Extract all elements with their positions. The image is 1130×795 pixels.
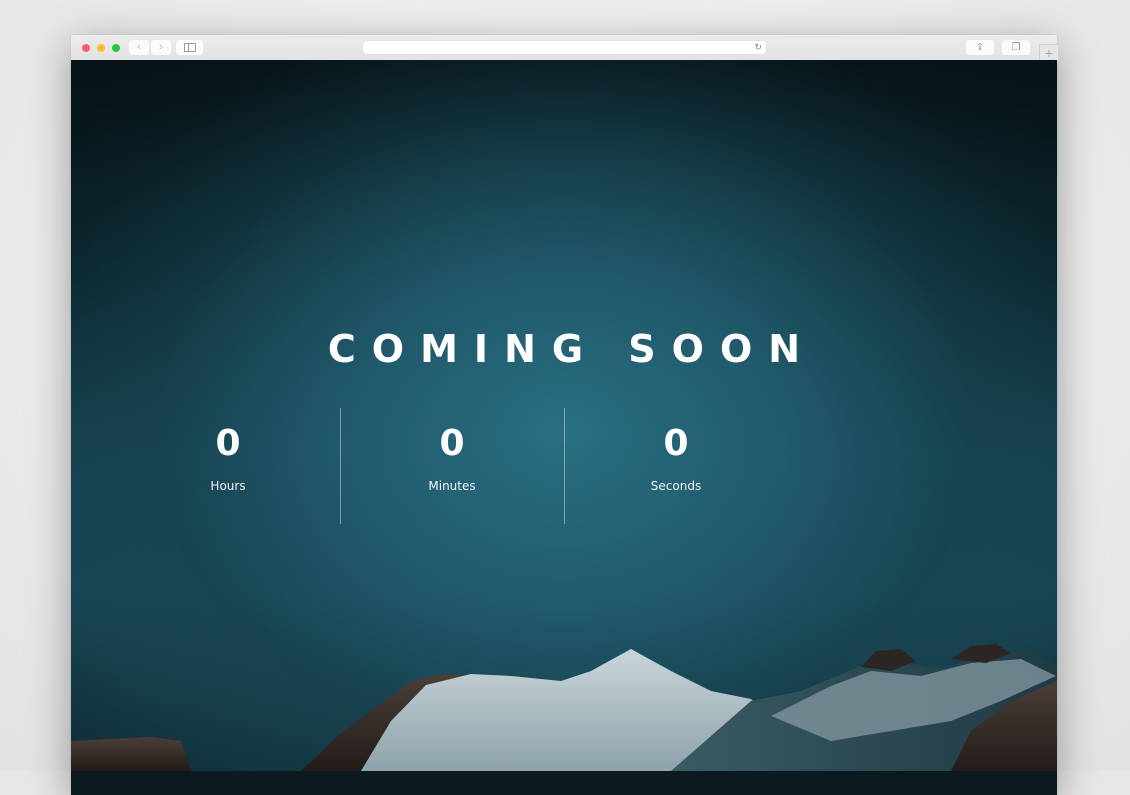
seconds-label: Seconds [650, 479, 702, 493]
minutes-value: 0 [439, 423, 465, 464]
countdown-seconds: 0 Seconds [564, 408, 788, 524]
browser-window: ‹ › ↻ ⇪ ❐ + COMING SOON 0 Hours 0 Minute… [71, 35, 1058, 795]
back-button[interactable]: ‹ [129, 40, 149, 55]
hours-label: Hours [210, 479, 246, 493]
mountain-range-image [71, 644, 1057, 771]
share-button[interactable]: ⇪ [966, 40, 994, 55]
page-viewport: COMING SOON 0 Hours 0 Minutes 0 Seconds [71, 60, 1057, 771]
forward-button[interactable]: › [151, 40, 171, 55]
tabs-overview-icon: ❐ [1011, 41, 1021, 53]
page-title: COMING SOON [327, 327, 817, 371]
share-icon: ⇪ [975, 41, 985, 53]
new-tab-button[interactable]: + [1039, 44, 1058, 61]
left-rock-outcrop [71, 737, 191, 771]
zoom-window-button[interactable] [112, 44, 120, 52]
sidebar-toggle-button[interactable] [176, 40, 203, 55]
minutes-label: Minutes [428, 479, 476, 493]
reload-icon[interactable]: ↻ [754, 41, 762, 54]
countdown-hours: 0 Hours [116, 408, 340, 524]
browser-titlebar: ‹ › ↻ ⇪ ❐ + [71, 35, 1058, 61]
tabs-overview-button[interactable]: ❐ [1002, 40, 1030, 55]
plus-icon: + [1044, 45, 1054, 61]
minimize-window-button[interactable] [97, 44, 105, 52]
hours-value: 0 [215, 423, 241, 464]
close-window-button[interactable] [82, 44, 90, 52]
address-bar[interactable]: ↻ [363, 41, 766, 54]
chevron-left-icon: ‹ [137, 41, 141, 53]
sidebar-icon [183, 43, 196, 52]
countdown-minutes: 0 Minutes [340, 408, 564, 524]
seconds-value: 0 [663, 423, 689, 464]
chevron-right-icon: › [159, 41, 163, 53]
